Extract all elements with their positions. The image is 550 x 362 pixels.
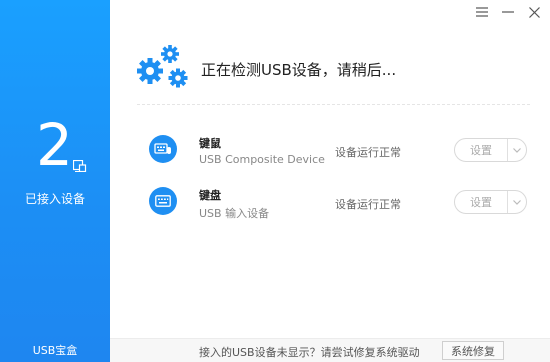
footer-hint: 接入的USB设备未显示？请尝试修复系统驱动 bbox=[199, 346, 420, 359]
device-name: 键鼠 bbox=[199, 137, 221, 150]
sidebar: 2 已接入设备 USB宝盒 bbox=[0, 0, 110, 362]
settings-split-button: 设置 bbox=[454, 138, 527, 162]
settings-button[interactable]: 设置 bbox=[455, 142, 507, 158]
minimize-icon bbox=[502, 11, 514, 13]
settings-button[interactable]: 设置 bbox=[455, 194, 507, 210]
device-description: USB 输入设备 bbox=[199, 207, 270, 220]
keyboard-icon bbox=[149, 187, 177, 215]
menu-icon bbox=[476, 7, 488, 17]
close-button[interactable] bbox=[524, 4, 544, 20]
connected-devices-label: 已接入设备 bbox=[24, 192, 85, 206]
device-status: 设备运行正常 bbox=[335, 198, 401, 211]
system-repair-button[interactable]: 系统修复 bbox=[442, 341, 504, 360]
minimize-button[interactable] bbox=[498, 4, 518, 20]
menu-button[interactable] bbox=[472, 4, 492, 20]
device-description: USB Composite Device bbox=[199, 153, 325, 166]
device-status: 设备运行正常 bbox=[335, 146, 401, 159]
device-row: 键盘 USB 输入设备 设备运行正常 设置 bbox=[137, 183, 528, 223]
settings-split-button: 设置 bbox=[454, 190, 527, 214]
device-row: 键鼠 USB Composite Device 设备运行正常 设置 bbox=[137, 131, 528, 171]
window-controls bbox=[472, 4, 544, 20]
close-icon bbox=[528, 6, 540, 18]
gears-icon bbox=[137, 45, 188, 88]
device-name: 键盘 bbox=[199, 189, 221, 202]
settings-dropdown-button[interactable] bbox=[508, 139, 526, 161]
divider bbox=[137, 104, 530, 105]
footer-bar: 接入的USB设备未显示？请尝试修复系统驱动 系统修复 bbox=[110, 338, 550, 362]
detecting-status-text: 正在检测USB设备，请稍后... bbox=[201, 61, 397, 79]
keyboard-mouse-icon bbox=[149, 135, 177, 163]
device-count: 2 bbox=[36, 111, 73, 179]
usb-device-icon bbox=[73, 160, 87, 172]
app-name: USB宝盒 bbox=[32, 344, 78, 357]
settings-dropdown-button[interactable] bbox=[508, 191, 526, 213]
chevron-down-icon bbox=[513, 147, 521, 153]
chevron-down-icon bbox=[513, 199, 521, 205]
